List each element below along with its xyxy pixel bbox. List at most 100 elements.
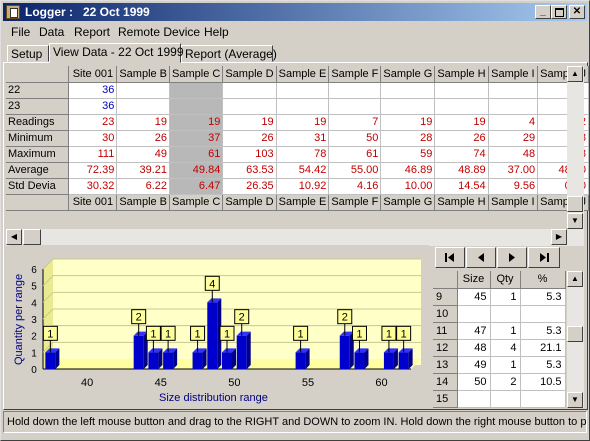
col-header[interactable]: Sample C [169,66,224,83]
distribution-row[interactable]: 15 [433,390,566,408]
distribution-table[interactable]: Size Qty % 9 45 1 5.3 10 11 47 1 5.3 12 48 4 21.1 13 4… [433,271,566,408]
size-cell[interactable]: 45 [457,288,491,306]
grid-cell[interactable]: 74 [434,146,489,163]
grid-cell[interactable]: 78 [276,146,330,163]
scroll-thumb[interactable] [567,196,583,212]
grid-cell[interactable] [169,98,224,115]
grid-vertical-scrollbar[interactable]: ▲ ▼ [567,66,584,229]
percent-cell[interactable]: 5.3 [520,288,566,306]
grid-cell[interactable]: 19 [380,114,436,131]
qty-cell[interactable]: 1 [490,322,521,340]
percent-cell[interactable]: 5.3 [520,322,566,340]
distribution-row-header[interactable]: 11 [433,322,458,340]
grid-cell[interactable]: 26 [222,130,277,147]
distribution-row[interactable]: 9 45 1 5.3 [433,288,566,306]
grid-cell[interactable]: 10.00 [380,178,436,195]
percent-cell[interactable]: 21.1 [520,339,566,357]
grid-cell[interactable]: 72.39 [68,162,118,179]
chart-bar[interactable]: 2 [337,309,354,369]
grid-cell[interactable]: 28 [380,130,436,147]
col-header[interactable]: Sample G [380,66,436,83]
qty-col-header[interactable]: Qty [490,271,521,289]
col-footer[interactable]: Sample H [434,194,489,211]
size-cell[interactable]: 47 [457,322,491,340]
percent-cell[interactable]: 10.5 [520,373,566,391]
grid-cell[interactable]: 36 [68,82,118,99]
col-footer[interactable]: Site 001 [68,194,118,211]
grid-cell[interactable]: 4 [488,114,539,131]
percent-cell[interactable] [520,305,566,323]
grid-cell[interactable] [276,98,330,115]
grid-cell[interactable] [328,82,382,99]
grid-cell[interactable]: 55.00 [328,162,382,179]
dist-scroll-up-arrow-icon[interactable]: ▲ [567,271,583,287]
minimize-button[interactable]: _ [535,5,551,19]
grid-cell[interactable]: 39.21 [116,162,171,179]
qty-cell[interactable] [490,390,521,408]
grid-cell[interactable] [328,98,382,115]
grid-row[interactable]: Minimum30263726315028262948 [6,130,589,147]
grid-cell[interactable] [116,82,171,99]
next-record-button[interactable] [497,247,527,268]
grid-cell[interactable]: 61 [169,146,224,163]
menu-data[interactable]: Data [39,25,64,39]
distribution-row-header[interactable]: 12 [433,339,458,357]
menu-remote-device[interactable]: Remote Device [118,25,200,39]
col-footer[interactable]: Sample B [116,194,171,211]
grid-cell[interactable]: 31 [276,130,330,147]
size-distribution-chart[interactable]: 121 1 1412121 1 1 0123456 40 45 50 55 60 Size di… [9,245,429,405]
size-cell[interactable] [457,390,491,408]
distribution-row[interactable]: 12 48 4 21.1 [433,339,566,357]
qty-cell[interactable]: 2 [490,373,521,391]
grid-cell[interactable]: 111 [68,146,118,163]
scroll-left-arrow-icon[interactable]: ◀ [6,229,22,245]
size-cell[interactable]: 48 [457,339,491,357]
qty-cell[interactable]: 1 [490,288,521,306]
grid-cell[interactable]: 9.56 [488,178,539,195]
grid-row[interactable]: 23 36 [6,98,589,115]
row-header[interactable]: Readings [6,114,70,131]
chart-bar[interactable]: 4 [204,275,222,369]
distribution-row-header[interactable]: 15 [433,390,458,408]
grid-cell[interactable]: 63.53 [222,162,277,179]
grid-cell[interactable]: 30.32 [68,178,118,195]
row-header[interactable]: Maximum [6,146,70,163]
grid-cell[interactable]: 36 [68,98,118,115]
row-header[interactable]: 22 [6,82,70,99]
distribution-row-header[interactable]: 13 [433,356,458,374]
grid-cell[interactable] [116,98,171,115]
grid-cell[interactable]: 59 [380,146,436,163]
chart-bar[interactable]: 2 [234,309,251,369]
grid-cell[interactable]: 49 [116,146,171,163]
grid-row[interactable]: Average 72.39 39.21 49.84 63.53 54.42 55.00 46.… [6,162,589,179]
grid-row[interactable]: 22 36 [6,82,589,99]
grid-cell[interactable]: 37 [169,130,224,147]
grid-cell[interactable]: 26 [116,130,171,147]
menu-report[interactable]: Report [74,25,110,39]
grid-cell[interactable] [169,82,224,99]
grid-row[interactable]: Readings23191919197191942 [6,114,589,131]
qty-cell[interactable]: 1 [490,356,521,374]
distribution-row[interactable]: 10 [433,305,566,323]
grid-cell[interactable]: 26 [434,130,489,147]
col-header[interactable]: Sample B [116,66,171,83]
dist-scroll-down-arrow-icon[interactable]: ▼ [567,392,583,408]
grid-cell[interactable]: 48.89 [434,162,489,179]
data-grid[interactable]: Site 001 Sample B Sample C Sample D Samp… [6,66,589,211]
last-record-button[interactable] [528,247,560,268]
row-header[interactable]: Average [6,162,70,179]
size-col-header[interactable]: Size [457,271,491,289]
menu-file[interactable]: File [11,25,30,39]
grid-cell[interactable]: 29 [488,130,539,147]
size-cell[interactable] [457,305,491,323]
qty-cell[interactable]: 4 [490,339,521,357]
grid-cell[interactable]: 48 [488,146,539,163]
title-bar[interactable]: Logger : 22 Oct 1999 _ ✕ [3,3,587,21]
menu-help[interactable]: Help [204,25,229,39]
distribution-row-header[interactable]: 9 [433,288,458,306]
row-header[interactable]: Minimum [6,130,70,147]
percent-col-header[interactable]: % [520,271,566,289]
col-footer[interactable]: Sample F [328,194,382,211]
grid-row[interactable]: Std Devia 30.32 6.22 6.47 26.35 10.92 4.16 10.0… [6,178,589,195]
tab-report-average[interactable]: Report (Average) [181,45,277,62]
